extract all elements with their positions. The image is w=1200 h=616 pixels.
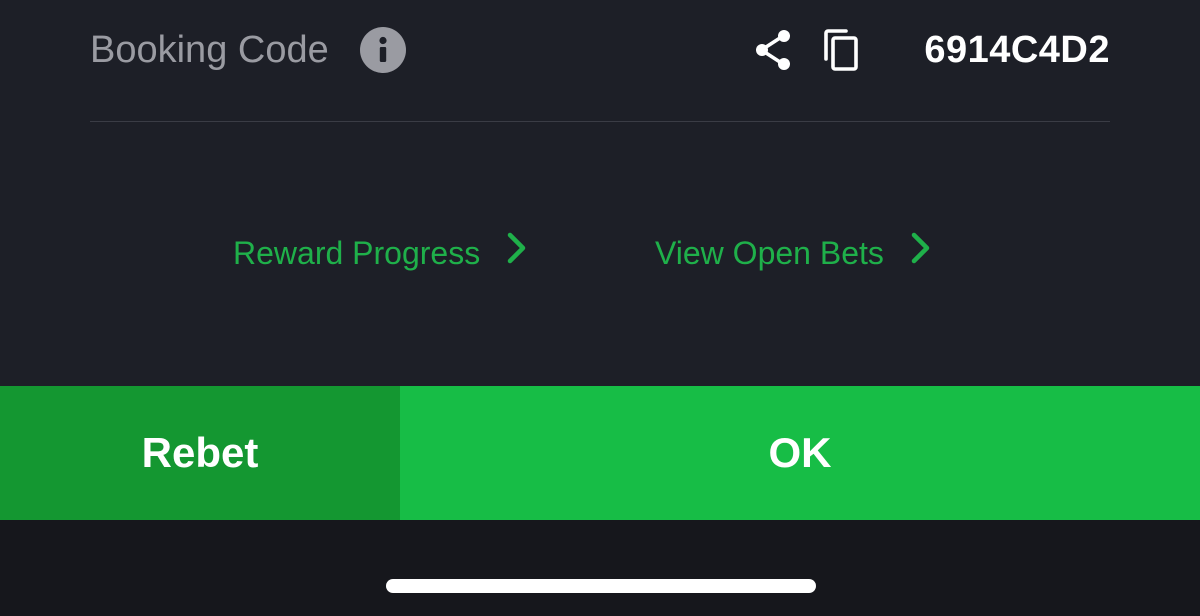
booking-code-value: 6914C4D2	[924, 29, 1110, 71]
booking-code-label: Booking Code	[90, 29, 329, 71]
chevron-right-icon	[506, 231, 528, 275]
reward-progress-label: Reward Progress	[233, 235, 481, 271]
chevron-right-icon	[910, 231, 932, 275]
action-buttons: Rebet OK	[0, 386, 1200, 520]
bet-confirmation-screen: Booking Code 6914C4D2 Reward Progress Vi…	[0, 0, 1200, 616]
copy-icon[interactable]	[820, 27, 862, 73]
view-open-bets-link[interactable]: View Open Bets	[655, 232, 932, 274]
info-icon[interactable]	[360, 27, 406, 73]
divider	[90, 121, 1110, 122]
home-indicator[interactable]	[386, 579, 816, 593]
reward-progress-link[interactable]: Reward Progress	[233, 232, 528, 274]
share-icon[interactable]	[752, 27, 796, 73]
ok-button[interactable]: OK	[400, 386, 1200, 520]
booking-code-row: Booking Code 6914C4D2	[90, 0, 1110, 100]
rebet-button[interactable]: Rebet	[0, 386, 400, 520]
view-open-bets-label: View Open Bets	[655, 235, 884, 271]
bottom-safe-area	[0, 520, 1200, 616]
